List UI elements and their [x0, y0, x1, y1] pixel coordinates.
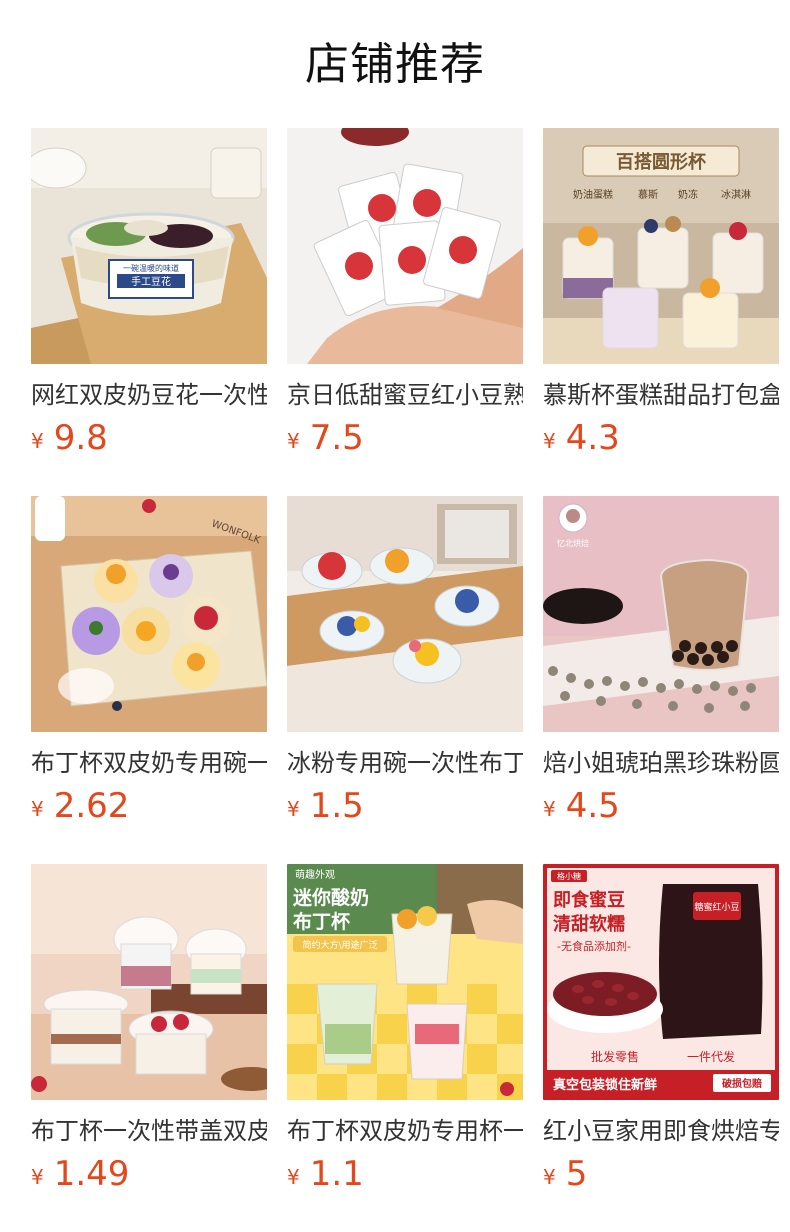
- product-price: ¥1.5: [287, 786, 364, 826]
- price-value: 1.49: [53, 1154, 130, 1194]
- page-title: 店铺推荐: [305, 39, 485, 90]
- promo-title: 百搭圆形杯: [616, 151, 707, 173]
- product-name[interactable]: 焙小姐琥珀黑珍珠粉圆: [543, 746, 779, 780]
- product-price: ¥2.62: [31, 786, 129, 826]
- price-value: 4.3: [565, 418, 620, 458]
- product-name[interactable]: 网红双皮奶豆花一次性: [31, 378, 267, 412]
- product-name[interactable]: 冰粉专用碗一次性布丁: [287, 746, 523, 780]
- product-name[interactable]: 布丁杯一次性带盖双皮: [31, 1114, 267, 1148]
- promo-tagline: 简约大方\用途广泛: [302, 939, 377, 951]
- price-value: 2.62: [53, 786, 130, 826]
- product-name[interactable]: 布丁杯双皮奶专用杯一: [287, 1114, 523, 1148]
- fruit-cups-image[interactable]: [287, 496, 523, 732]
- currency-symbol: ¥: [31, 797, 44, 821]
- lidded-cups-image[interactable]: [31, 864, 267, 1100]
- product-grid: 一碗温暖的味道 手工豆花 网红双皮奶豆花一次性 ¥9.8 京日低甜蜜豆红小豆熟 …: [31, 128, 790, 1228]
- promo-dropship: 一件代发: [687, 1049, 735, 1064]
- product-price: ¥7.5: [287, 418, 364, 458]
- product-name[interactable]: 京日低甜蜜豆红小豆熟: [287, 378, 523, 412]
- promo-subtitle: 清甜软糯: [553, 913, 625, 935]
- promo-wholesale: 批发零售: [591, 1049, 639, 1064]
- bowl-label-sub: 一碗温暖的味道: [123, 263, 179, 273]
- product-price: ¥1.49: [31, 1154, 129, 1194]
- currency-symbol: ¥: [287, 797, 300, 821]
- pudding-tray-image[interactable]: WONFOLK: [31, 496, 267, 732]
- price-value: 1.1: [309, 1154, 364, 1194]
- product-price: ¥1.1: [287, 1154, 364, 1194]
- product-price: ¥5: [543, 1154, 587, 1194]
- currency-symbol: ¥: [543, 797, 556, 821]
- promo-tag-4: 冰淇淋: [721, 188, 751, 201]
- shop-watermark: 忆北烘焙: [557, 538, 589, 548]
- promo-note: -无食品添加剂-: [557, 939, 631, 953]
- promo-tag-1: 奶油蛋糕: [573, 188, 613, 201]
- product-price: ¥9.8: [31, 418, 108, 458]
- price-value: 7.5: [309, 418, 364, 458]
- product-name[interactable]: 红小豆家用即食烘焙专: [543, 1114, 779, 1148]
- currency-symbol: ¥: [31, 429, 44, 453]
- price-value: 9.8: [53, 418, 108, 458]
- promo-guarantee: 破损包赔: [722, 1077, 762, 1090]
- price-value: 1.5: [309, 786, 364, 826]
- currency-symbol: ¥: [543, 429, 556, 453]
- promo-tag-3: 奶冻: [678, 188, 698, 201]
- promo-title: 即食蜜豆: [553, 889, 625, 911]
- mousse-cups-image[interactable]: 百搭圆形杯 奶油蛋糕 慕斯 奶冻 冰淇淋: [543, 128, 779, 364]
- currency-symbol: ¥: [31, 1165, 44, 1189]
- red-bean-pack-image[interactable]: 格小糖 即食蜜豆 清甜软糯 -无食品添加剂- 糖蜜红小豆 批发零售 一件代发 真…: [543, 864, 779, 1100]
- product-price: ¥4.5: [543, 786, 620, 826]
- pack-label: 糖蜜红小豆: [694, 901, 739, 913]
- pudding-bowl-image[interactable]: 一碗温暖的味道 手工豆花: [31, 128, 267, 364]
- promo-caption: 萌趣外观: [295, 868, 335, 881]
- bean-packets-image[interactable]: [287, 128, 523, 364]
- brand-logo-text: 格小糖: [557, 871, 581, 881]
- product-name[interactable]: 慕斯杯蛋糕甜品打包盒: [543, 378, 779, 412]
- currency-symbol: ¥: [287, 429, 300, 453]
- promo-banner: 真空包装锁住新鲜: [553, 1077, 657, 1093]
- price-value: 5: [565, 1154, 588, 1194]
- product-name[interactable]: 布丁杯双皮奶专用碗一: [31, 746, 267, 780]
- price-value: 4.5: [565, 786, 620, 826]
- bowl-label: 手工豆花: [131, 275, 171, 288]
- promo-tag-2: 慕斯: [638, 188, 658, 201]
- promo-subtitle: 布丁杯: [293, 910, 350, 933]
- tapioca-pearls-image[interactable]: 忆北烘焙: [543, 496, 779, 732]
- yogurt-cups-image[interactable]: 萌趣外观 迷你酸奶 布丁杯 简约大方\用途广泛: [287, 864, 523, 1100]
- currency-symbol: ¥: [287, 1165, 300, 1189]
- currency-symbol: ¥: [543, 1165, 556, 1189]
- product-price: ¥4.3: [543, 418, 620, 458]
- promo-title: 迷你酸奶: [292, 886, 369, 909]
